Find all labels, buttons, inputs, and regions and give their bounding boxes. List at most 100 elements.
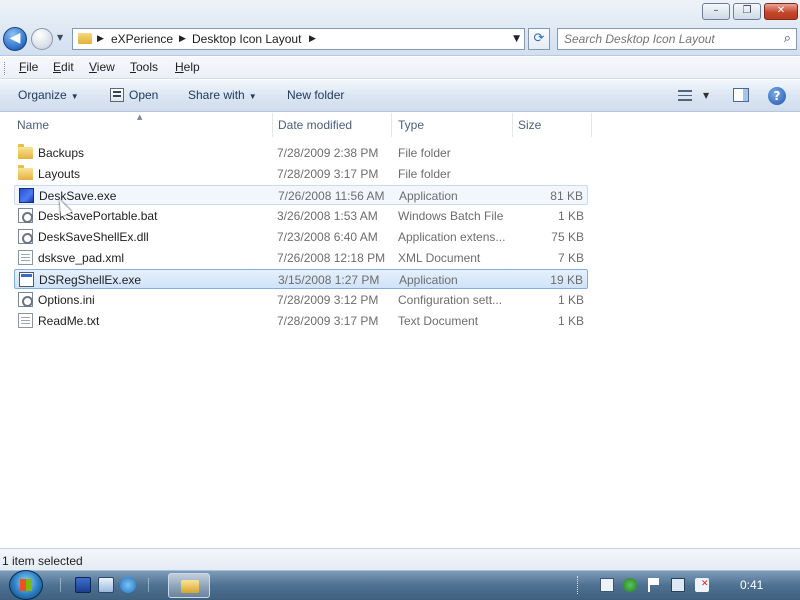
file-date: 3/15/2008 1:27 PM xyxy=(278,273,380,287)
menu-file[interactable]: File xyxy=(19,60,38,74)
views-dropdown[interactable]: ▼ xyxy=(703,91,709,100)
file-name: DeskSave.exe xyxy=(39,189,117,203)
breadcrumb-experience[interactable]: eXPerience xyxy=(111,32,173,46)
dll-icon xyxy=(18,229,33,244)
menu-edit[interactable]: Edit xyxy=(53,60,74,74)
breadcrumb-desktop-icon-layout[interactable]: Desktop Icon Layout xyxy=(192,32,301,46)
search-input[interactable] xyxy=(564,31,774,47)
file-date: 7/28/2009 3:12 PM xyxy=(277,293,379,307)
column-date-modified[interactable]: Date modified xyxy=(278,118,352,132)
new-folder-button[interactable]: New folder xyxy=(287,88,344,102)
file-row-desksave-exe[interactable]: DeskSave.exe 7/26/2008 11:56 AM Applicat… xyxy=(14,185,588,205)
menu-help[interactable]: Help xyxy=(175,60,200,74)
file-row-dsregshellex-exe[interactable]: DSRegShellEx.exe 3/15/2008 1:27 PM Appli… xyxy=(14,269,588,289)
file-row-readme-txt[interactable]: ReadMe.txt 7/28/2009 3:17 PM Text Docume… xyxy=(14,311,588,331)
menu-bar: File Edit View Tools Help xyxy=(0,57,800,79)
file-type: File folder xyxy=(398,167,451,181)
sort-ascending-icon: ▲ xyxy=(137,113,143,121)
column-divider[interactable] xyxy=(591,113,592,137)
file-row-desksaveshellex-dll[interactable]: DeskSaveShellEx.dll 7/23/2008 6:40 AM Ap… xyxy=(14,227,588,247)
help-icon[interactable]: ? xyxy=(768,87,786,105)
file-date: 7/23/2008 6:40 AM xyxy=(277,230,378,244)
address-bar[interactable]: ▶ eXPerience ▶ Desktop Icon Layout ▶ ▼ xyxy=(72,28,525,50)
internet-explorer-icon[interactable] xyxy=(120,577,136,593)
address-dropdown[interactable]: ▼ xyxy=(513,34,520,44)
file-row-options-ini[interactable]: Options.ini 7/28/2009 3:12 PM Configurat… xyxy=(14,290,588,310)
tray-grip xyxy=(577,576,580,594)
column-headers: Name Date modified Type Size xyxy=(0,113,800,137)
file-name: DeskSavePortable.bat xyxy=(38,209,158,223)
column-type[interactable]: Type xyxy=(398,118,424,132)
config-file-icon xyxy=(18,292,33,307)
minimize-button[interactable]: – xyxy=(702,3,730,20)
share-with-label: Share with xyxy=(188,88,245,102)
open-icon[interactable] xyxy=(110,88,124,102)
file-date: 7/28/2009 3:17 PM xyxy=(277,167,379,181)
menu-grip xyxy=(4,62,7,75)
folder-icon xyxy=(18,165,33,180)
file-size: 1 KB xyxy=(557,209,584,223)
file-name: Layouts xyxy=(38,167,81,181)
file-row-dsksve-pad-xml[interactable]: dsksve_pad.xml 7/26/2008 12:18 PM XML Do… xyxy=(14,248,588,268)
file-date: 7/26/2008 11:56 AM xyxy=(278,189,385,203)
column-divider[interactable] xyxy=(272,113,273,137)
open-button[interactable]: Open xyxy=(129,88,158,102)
column-divider[interactable] xyxy=(512,113,513,137)
application-icon xyxy=(19,188,34,203)
folder-icon xyxy=(78,33,92,44)
recent-pages-dropdown[interactable]: ▼ xyxy=(57,33,63,42)
file-size: 19 KB xyxy=(550,273,583,287)
magnifier-icon[interactable]: ⌕ xyxy=(784,31,791,46)
quicklaunch-grip xyxy=(60,578,63,592)
file-name: DSRegShellEx.exe xyxy=(39,273,142,287)
taskbar-clock[interactable]: 0:41 xyxy=(740,578,763,592)
file-name: DeskSaveShellEx.dll xyxy=(38,230,149,244)
file-size: 81 KB xyxy=(550,189,583,203)
column-divider[interactable] xyxy=(391,113,392,137)
preview-pane-icon[interactable] xyxy=(733,88,749,102)
file-row-desksaveportable-bat[interactable]: DeskSavePortable.bat 3/26/2008 1:53 AM W… xyxy=(14,206,588,226)
file-name: dsksve_pad.xml xyxy=(38,251,125,265)
close-button[interactable]: ✕ xyxy=(764,3,798,20)
application-icon xyxy=(19,272,34,287)
file-row-layouts[interactable]: Layouts 7/28/2009 3:17 PM File folder xyxy=(14,164,588,184)
file-size: 1 KB xyxy=(557,293,584,307)
tray-volume-muted-icon[interactable] xyxy=(695,578,709,592)
file-size: 75 KB xyxy=(551,230,584,244)
organize-button[interactable]: Organize ▼ xyxy=(18,88,79,102)
text-file-icon xyxy=(18,313,33,328)
file-size: 1 KB xyxy=(557,314,584,328)
file-date: 3/26/2008 1:53 AM xyxy=(277,209,378,223)
breadcrumb-separator[interactable]: ▶ xyxy=(97,34,104,44)
xml-icon xyxy=(18,250,33,265)
menu-tools[interactable]: Tools xyxy=(130,60,158,74)
start-button[interactable] xyxy=(9,570,43,600)
tray-document-icon[interactable] xyxy=(600,578,614,592)
change-view-icon[interactable] xyxy=(678,90,692,101)
breadcrumb-separator[interactable]: ▶ xyxy=(179,34,186,44)
share-with-button[interactable]: Share with ▼ xyxy=(188,88,257,102)
column-size[interactable]: Size xyxy=(518,118,541,132)
command-bar: Organize ▼ Open Share with ▼ New folder ▼ … xyxy=(0,80,800,112)
file-type: Application xyxy=(399,189,458,203)
file-name: Backups xyxy=(38,146,85,160)
show-desktop-icon[interactable] xyxy=(75,577,91,593)
menu-view[interactable]: View xyxy=(89,60,115,74)
breadcrumb-separator[interactable]: ▶ xyxy=(309,34,316,44)
tray-flag-icon[interactable] xyxy=(648,578,662,592)
taskbar-explorer-button[interactable] xyxy=(168,573,210,598)
file-row-backups[interactable]: Backups 7/28/2009 2:38 PM File folder xyxy=(14,143,588,163)
file-type: Windows Batch File xyxy=(398,209,504,223)
forward-button[interactable] xyxy=(31,28,53,50)
file-type: XML Document xyxy=(398,251,481,265)
maximize-button[interactable]: ❐ xyxy=(733,3,761,20)
tray-security-icon[interactable] xyxy=(623,578,637,592)
back-button[interactable]: ◀ xyxy=(3,27,27,51)
search-box[interactable]: ⌕ xyxy=(557,28,797,50)
file-type: Application extens... xyxy=(398,230,506,244)
status-text: 1 item selected xyxy=(2,554,83,568)
column-name[interactable]: Name xyxy=(17,118,49,132)
tray-network-icon[interactable] xyxy=(671,578,685,592)
refresh-button[interactable]: ⟳ xyxy=(528,28,550,50)
switch-windows-icon[interactable] xyxy=(98,577,114,593)
